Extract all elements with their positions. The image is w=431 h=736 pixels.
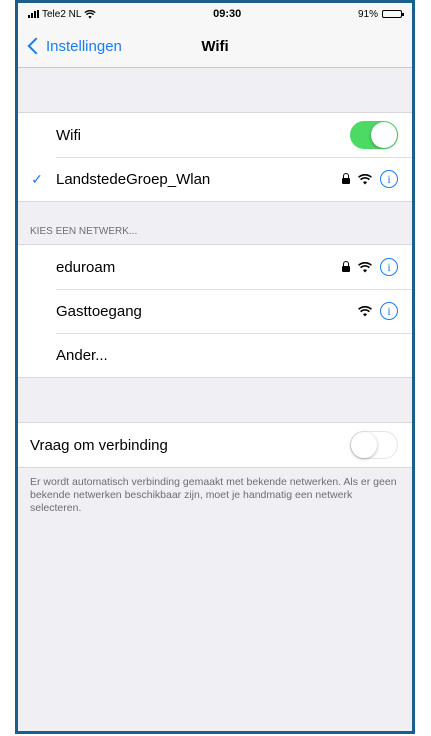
wifi-status-icon bbox=[84, 9, 97, 19]
info-icon[interactable]: i bbox=[380, 258, 398, 276]
status-time: 09:30 bbox=[213, 8, 242, 20]
networks-group: eduroam i Gasttoegang i Ander... bbox=[18, 244, 412, 378]
wifi-group: Wifi ✓ LandstedeGroep_Wlan i bbox=[18, 112, 412, 202]
row-icons: i bbox=[342, 170, 412, 188]
info-icon[interactable]: i bbox=[380, 170, 398, 188]
chevron-left-icon bbox=[27, 37, 45, 55]
status-left: Tele2 NL bbox=[28, 8, 97, 20]
wifi-toggle-row: Wifi bbox=[18, 113, 412, 157]
ask-to-join-toggle[interactable] bbox=[350, 431, 398, 459]
status-bar: Tele2 NL 09:30 91% bbox=[18, 3, 412, 25]
battery-percent: 91% bbox=[357, 8, 378, 20]
connected-network-name: LandstedeGroep_Wlan bbox=[56, 170, 211, 188]
network-row-gasttoegang[interactable]: Gasttoegang i bbox=[18, 289, 412, 333]
wifi-icon bbox=[358, 305, 372, 316]
back-button[interactable]: Instellingen bbox=[18, 38, 122, 55]
ask-to-join-label: Vraag om verbinding bbox=[30, 436, 168, 454]
ask-to-join-description: Er wordt automatisch verbinding gemaakt … bbox=[30, 476, 397, 514]
wifi-label: Wifi bbox=[56, 126, 81, 144]
status-right: 91% bbox=[357, 8, 404, 20]
row-icons: i bbox=[342, 258, 412, 276]
wifi-icon bbox=[358, 173, 372, 184]
network-name: Gasttoegang bbox=[56, 302, 142, 320]
battery-icon bbox=[382, 10, 404, 18]
lock-icon bbox=[342, 172, 350, 184]
info-icon[interactable]: i bbox=[380, 302, 398, 320]
other-network-row[interactable]: Ander... bbox=[18, 333, 412, 377]
networks-section-header: KIES EEN NETWERK... bbox=[30, 226, 138, 237]
back-label: Instellingen bbox=[46, 37, 122, 55]
toggle-knob bbox=[371, 122, 397, 148]
ask-to-join-group: Vraag om verbinding bbox=[18, 422, 412, 468]
checkmark-icon: ✓ bbox=[31, 170, 43, 187]
ask-to-join-row: Vraag om verbinding bbox=[18, 423, 412, 467]
signal-icon bbox=[28, 10, 39, 18]
toggle-knob bbox=[351, 432, 377, 458]
network-name: eduroam bbox=[56, 258, 116, 276]
lock-icon bbox=[342, 260, 350, 272]
wifi-icon bbox=[358, 261, 372, 272]
navigation-bar: Instellingen Wifi bbox=[18, 25, 412, 68]
other-network-label: Ander... bbox=[56, 346, 108, 364]
phone-frame: Tele2 NL 09:30 91% Instellingen Wifi Wif… bbox=[15, 0, 415, 734]
network-row-eduroam[interactable]: eduroam i bbox=[18, 245, 412, 289]
row-icons: i bbox=[358, 302, 412, 320]
connected-network-row[interactable]: ✓ LandstedeGroep_Wlan i bbox=[18, 157, 412, 201]
wifi-toggle[interactable] bbox=[350, 121, 398, 149]
carrier-name: Tele2 NL bbox=[42, 8, 82, 20]
